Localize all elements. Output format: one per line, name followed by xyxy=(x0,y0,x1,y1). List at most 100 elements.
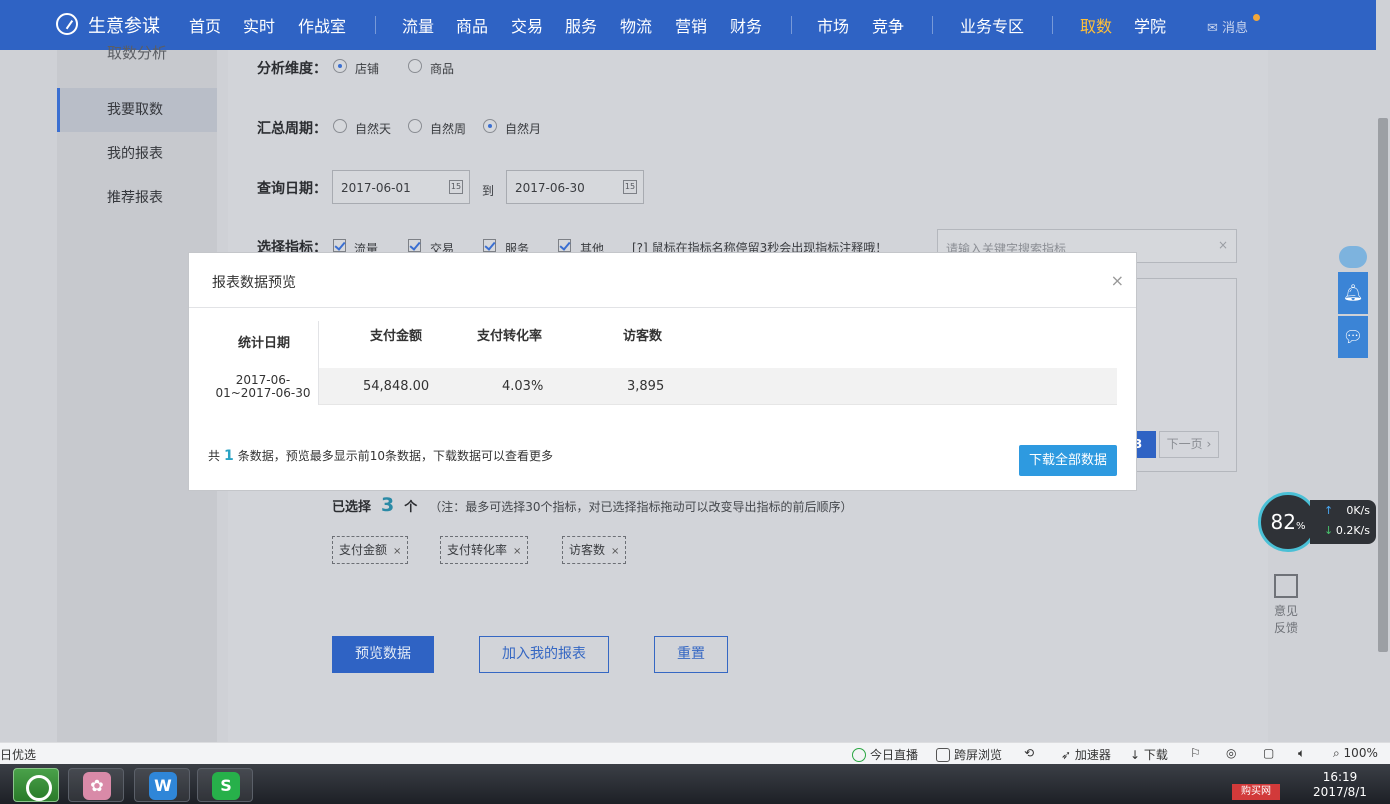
sidebar-item-recommended[interactable]: 推荐报表 xyxy=(57,176,217,220)
flag-icon[interactable]: ⚐ xyxy=(1190,746,1201,760)
status-download-link[interactable]: ↓ 下载 xyxy=(1130,746,1168,763)
nav-trade[interactable]: 交易 xyxy=(511,13,543,37)
taskbar-app-flower[interactable]: ✿ xyxy=(68,768,124,802)
nav-finance[interactable]: 财务 xyxy=(730,13,762,37)
start-button[interactable] xyxy=(13,768,59,802)
sidebar-section-title: 取数分析 xyxy=(107,44,168,62)
network-speed-gauge[interactable]: 82% xyxy=(1258,492,1318,552)
date-to-label: 到 xyxy=(482,184,495,198)
selected-tag[interactable]: 访客数 × xyxy=(562,536,627,564)
radio-shop[interactable] xyxy=(333,59,347,73)
phone-icon xyxy=(936,748,950,762)
cloud-mascot-icon[interactable] xyxy=(1339,246,1367,268)
status-accelerator-link[interactable]: ➶ 加速器 xyxy=(1061,746,1111,763)
top-nav: 生意参谋 首页 实时 作战室 流量 商品 交易 服务 物流 营销 财务 市场 竞… xyxy=(0,0,1390,50)
nav-market[interactable]: 市场 xyxy=(817,13,849,37)
end-date-input[interactable]: 2017-06-30 15 xyxy=(506,170,644,204)
start-date-input[interactable]: 2017-06-01 15 xyxy=(332,170,470,204)
network-speed-panel: ↑ 0K/s ↓ 0.2K/s xyxy=(1310,500,1376,544)
nav-logistics[interactable]: 物流 xyxy=(620,13,652,37)
sidebar-item-fetch[interactable]: 我要取数 xyxy=(57,88,217,132)
close-icon[interactable]: × xyxy=(1111,271,1124,290)
checkbox-traffic[interactable] xyxy=(333,239,346,252)
taskbar-app-writer[interactable]: W xyxy=(134,768,190,802)
column-header-date: 统计日期 xyxy=(238,336,291,351)
nav-home[interactable]: 首页 xyxy=(189,13,221,37)
nav-products[interactable]: 商品 xyxy=(456,13,488,37)
status-live-link[interactable]: 今日直播 xyxy=(852,746,918,763)
remove-tag-icon[interactable]: × xyxy=(611,546,619,557)
radio-natural-month[interactable] xyxy=(483,119,497,133)
download-all-button[interactable]: 下载全部数据 xyxy=(1019,445,1117,476)
nav-competition[interactable]: 竞争 xyxy=(872,13,904,37)
checkbox-trade[interactable] xyxy=(408,239,421,252)
calendar-icon[interactable]: 15 xyxy=(623,180,637,194)
wps-sheets-icon: S xyxy=(212,772,240,800)
checkbox-other[interactable] xyxy=(558,239,571,252)
cell-pay-amount: 54,848.00 xyxy=(363,379,430,394)
download-arrow-icon: ↓ xyxy=(1324,524,1334,537)
browser-icon[interactable]: ◎ xyxy=(1226,746,1236,760)
refresh-icon[interactable]: ⟲ xyxy=(1024,746,1034,760)
clock-time: 16:19 xyxy=(1322,770,1358,784)
remove-tag-icon[interactable]: × xyxy=(393,546,401,557)
remove-tag-icon[interactable]: × xyxy=(513,546,521,557)
nav-traffic[interactable]: 流量 xyxy=(402,13,434,37)
chat-icon[interactable]: 💬︎ xyxy=(1338,316,1368,358)
nav-marketing[interactable]: 营销 xyxy=(675,13,707,37)
calendar-icon[interactable]: 15 xyxy=(449,180,463,194)
nav-business-zone[interactable]: 业务专区 xyxy=(960,13,1024,37)
window-icon[interactable]: ▢ xyxy=(1263,746,1274,760)
qr-code-icon xyxy=(1274,574,1298,598)
pager-next-button[interactable]: 下一页 › xyxy=(1159,431,1219,458)
nav-academy[interactable]: 学院 xyxy=(1134,13,1166,37)
nav-realtime[interactable]: 实时 xyxy=(243,13,275,37)
scrollbar-thumb[interactable] xyxy=(1378,118,1388,652)
selected-number: 3 xyxy=(381,494,395,516)
radio-natural-day[interactable] xyxy=(333,119,347,133)
table-divider xyxy=(319,404,1117,405)
status-left-text[interactable]: 日优选 xyxy=(0,746,36,763)
brand-name[interactable]: 生意参谋 xyxy=(88,12,160,38)
bell-icon[interactable]: 🔔︎ xyxy=(1338,272,1368,314)
start-date-value: 2017-06-01 xyxy=(341,181,411,195)
tag-label: 访客数 xyxy=(569,543,606,557)
radio-natural-month-label: 自然月 xyxy=(505,122,542,136)
selected-prefix: 已选择 xyxy=(332,500,372,515)
nav-war-room[interactable]: 作战室 xyxy=(298,13,346,37)
column-header-pay-amount: 支付金额 xyxy=(370,329,423,344)
compass-logo-icon[interactable] xyxy=(56,13,78,35)
radio-product[interactable] xyxy=(408,59,422,73)
period-label: 汇总周期： xyxy=(257,121,327,137)
nav-divider xyxy=(932,16,933,34)
add-to-my-reports-button[interactable]: 加入我的报表 xyxy=(479,636,609,673)
checkbox-service[interactable] xyxy=(483,239,496,252)
messages-link[interactable]: ✉ 消息 xyxy=(1207,17,1248,36)
clear-search-icon[interactable]: × xyxy=(1218,238,1228,252)
zoom-control[interactable]: ⌕ 100% xyxy=(1333,746,1378,761)
status-cross-screen-link[interactable]: 跨屏浏览 xyxy=(936,746,1002,763)
preview-data-button[interactable]: 预览数据 xyxy=(332,636,434,673)
sidebar-item-my-reports[interactable]: 我的报表 xyxy=(57,132,217,176)
nav-service[interactable]: 服务 xyxy=(565,13,597,37)
selected-tag[interactable]: 支付金额 × xyxy=(332,536,409,564)
selected-count: 已选择 3 个 （注：最多可选择30个指标，对已选择指标拖动可以改变导出指标的前后顺序… xyxy=(332,494,853,516)
reset-button[interactable]: 重置 xyxy=(654,636,728,673)
nav-divider xyxy=(791,16,792,34)
volume-icon[interactable]: 🔈︎ xyxy=(1298,746,1305,761)
feedback-line1: 意见 xyxy=(1273,604,1298,618)
nav-fetch-data[interactable]: 取数 xyxy=(1080,13,1112,37)
radio-natural-week[interactable] xyxy=(408,119,422,133)
messages-label: 消息 xyxy=(1222,21,1249,36)
total-summary: 共 1 条数据，预览最多显示前10条数据，下载数据可以查看更多 xyxy=(208,447,553,464)
feedback-widget[interactable]: 意见 反馈 xyxy=(1268,570,1304,642)
modal-header: 报表数据预览 × xyxy=(189,253,1136,308)
taskbar-app-sheets[interactable]: S xyxy=(197,768,253,802)
clock-date: 2017/8/1 xyxy=(1313,785,1367,799)
selected-tag[interactable]: 支付转化率 × xyxy=(440,536,529,564)
upload-speed: 0K/s xyxy=(1346,504,1370,517)
browser-status-bar: 日优选 今日直播 跨屏浏览 ⟲ ➶ 加速器 ↓ 下载 ⚐ ◎ ▢ 🔈︎ ⌕ 10… xyxy=(0,742,1390,764)
selected-unit: 个 xyxy=(404,500,418,515)
system-clock[interactable]: 16:19 2017/8/1 xyxy=(1310,770,1370,800)
wps-writer-icon: W xyxy=(149,772,177,800)
